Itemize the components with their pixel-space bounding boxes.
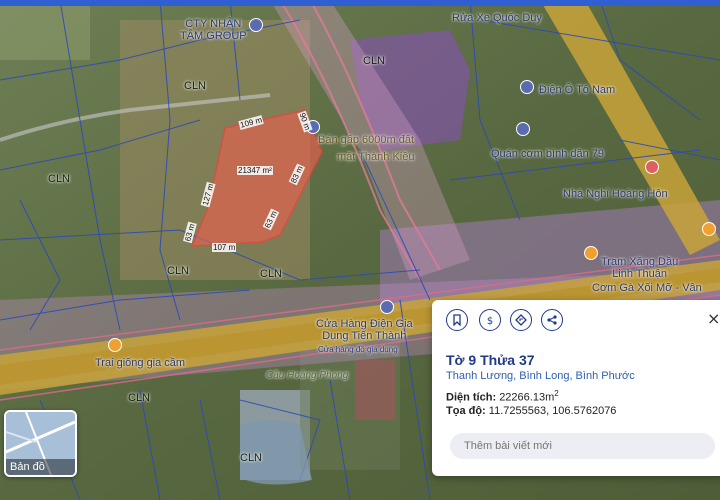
area-value: 22266.13m	[499, 391, 555, 404]
electric-icon[interactable]	[520, 80, 534, 94]
poultry-icon[interactable]	[108, 338, 122, 352]
svg-text:$: $	[487, 316, 493, 326]
basemap-toggle-button[interactable]: Bản đồ	[4, 410, 77, 477]
land-use-label: CLN	[128, 392, 151, 404]
sale-overlay-text-2: mặt Thành Kiều	[337, 151, 415, 163]
poi-label-poultry[interactable]: Trại giống gia cầm	[95, 357, 185, 369]
poi-label-gas-station[interactable]: Trạm Xăng Dầu Linh Thuận	[601, 256, 678, 280]
directions-button[interactable]	[510, 309, 532, 331]
price-button[interactable]: $	[479, 309, 501, 331]
poi-label-appliance[interactable]: Cửa Hàng Điện Gia Dụng Tiến Thành	[316, 318, 413, 342]
dollar-icon: $	[487, 316, 493, 326]
bookmark-button[interactable]	[446, 309, 468, 331]
land-use-label: CLN	[167, 265, 190, 277]
parcel-edge-bottom: 107 m	[212, 243, 237, 252]
parcel-info-panel: $ × Tờ 9 Thửa 37 Thanh Lương, Bình Long,…	[432, 300, 720, 476]
coord-value: 11.7255563, 106.5762076	[488, 405, 617, 417]
area-row: Diện tích: 22266.13m2	[446, 389, 559, 404]
new-post-input[interactable]	[450, 433, 715, 459]
parcel-area-label: 21347 m²	[237, 166, 273, 175]
share-icon	[547, 315, 557, 325]
restaurant-icon[interactable]	[516, 122, 530, 136]
land-use-label: CLN	[48, 173, 71, 185]
parcel-location: Thanh Lương, Bình Long, Bình Phước	[446, 370, 635, 382]
land-use-label: CLN	[240, 452, 263, 464]
share-button[interactable]	[541, 309, 563, 331]
poi-label-restaurant[interactable]: Quán cơm bình dân 79	[491, 148, 604, 160]
area-unit-sup: 2	[554, 389, 559, 398]
land-use-label: CLN	[260, 268, 283, 280]
poi-label-electric[interactable]: Điện Ô Tô Nam	[539, 84, 615, 96]
company-icon[interactable]	[249, 18, 263, 32]
topbar-strip	[0, 0, 720, 6]
close-button[interactable]: ×	[707, 309, 720, 328]
sale-overlay-text: Bán gấp 6000m đất	[318, 134, 415, 146]
area-label: Diện tích:	[446, 391, 497, 404]
poi-label-car-wash[interactable]: Rửa Xe Quốc Duy	[452, 12, 542, 24]
basemap-label: Bản đồ	[6, 459, 75, 475]
poi-label-chicken-rice[interactable]: Cơm Gà Xối Mỡ - Vân	[592, 282, 702, 294]
land-use-label: CLN	[363, 55, 386, 67]
directions-icon	[515, 314, 527, 326]
bookmark-icon	[453, 314, 461, 326]
coord-row: Tọa độ: 11.7255563, 106.5762076	[446, 405, 616, 417]
poi-label-appliance-sub: Cửa hàng đồ gia dụng	[318, 345, 398, 354]
gas-station-icon[interactable]	[584, 246, 598, 260]
poi-label-company[interactable]: CTY NHÂN TÂM GROUP	[180, 18, 247, 42]
route-icon[interactable]	[702, 222, 716, 236]
road-name-label: Cầu Hoàng Phong	[266, 370, 349, 381]
hotel-icon[interactable]	[645, 160, 659, 174]
poi-label-hotel[interactable]: Nhà Nghỉ Hoàng Hôn	[563, 188, 668, 200]
coord-label: Tọa độ:	[446, 405, 486, 417]
parcel-title: Tờ 9 Thửa 37	[446, 352, 535, 368]
store-icon[interactable]	[380, 300, 394, 314]
land-use-label: CLN	[184, 80, 207, 92]
